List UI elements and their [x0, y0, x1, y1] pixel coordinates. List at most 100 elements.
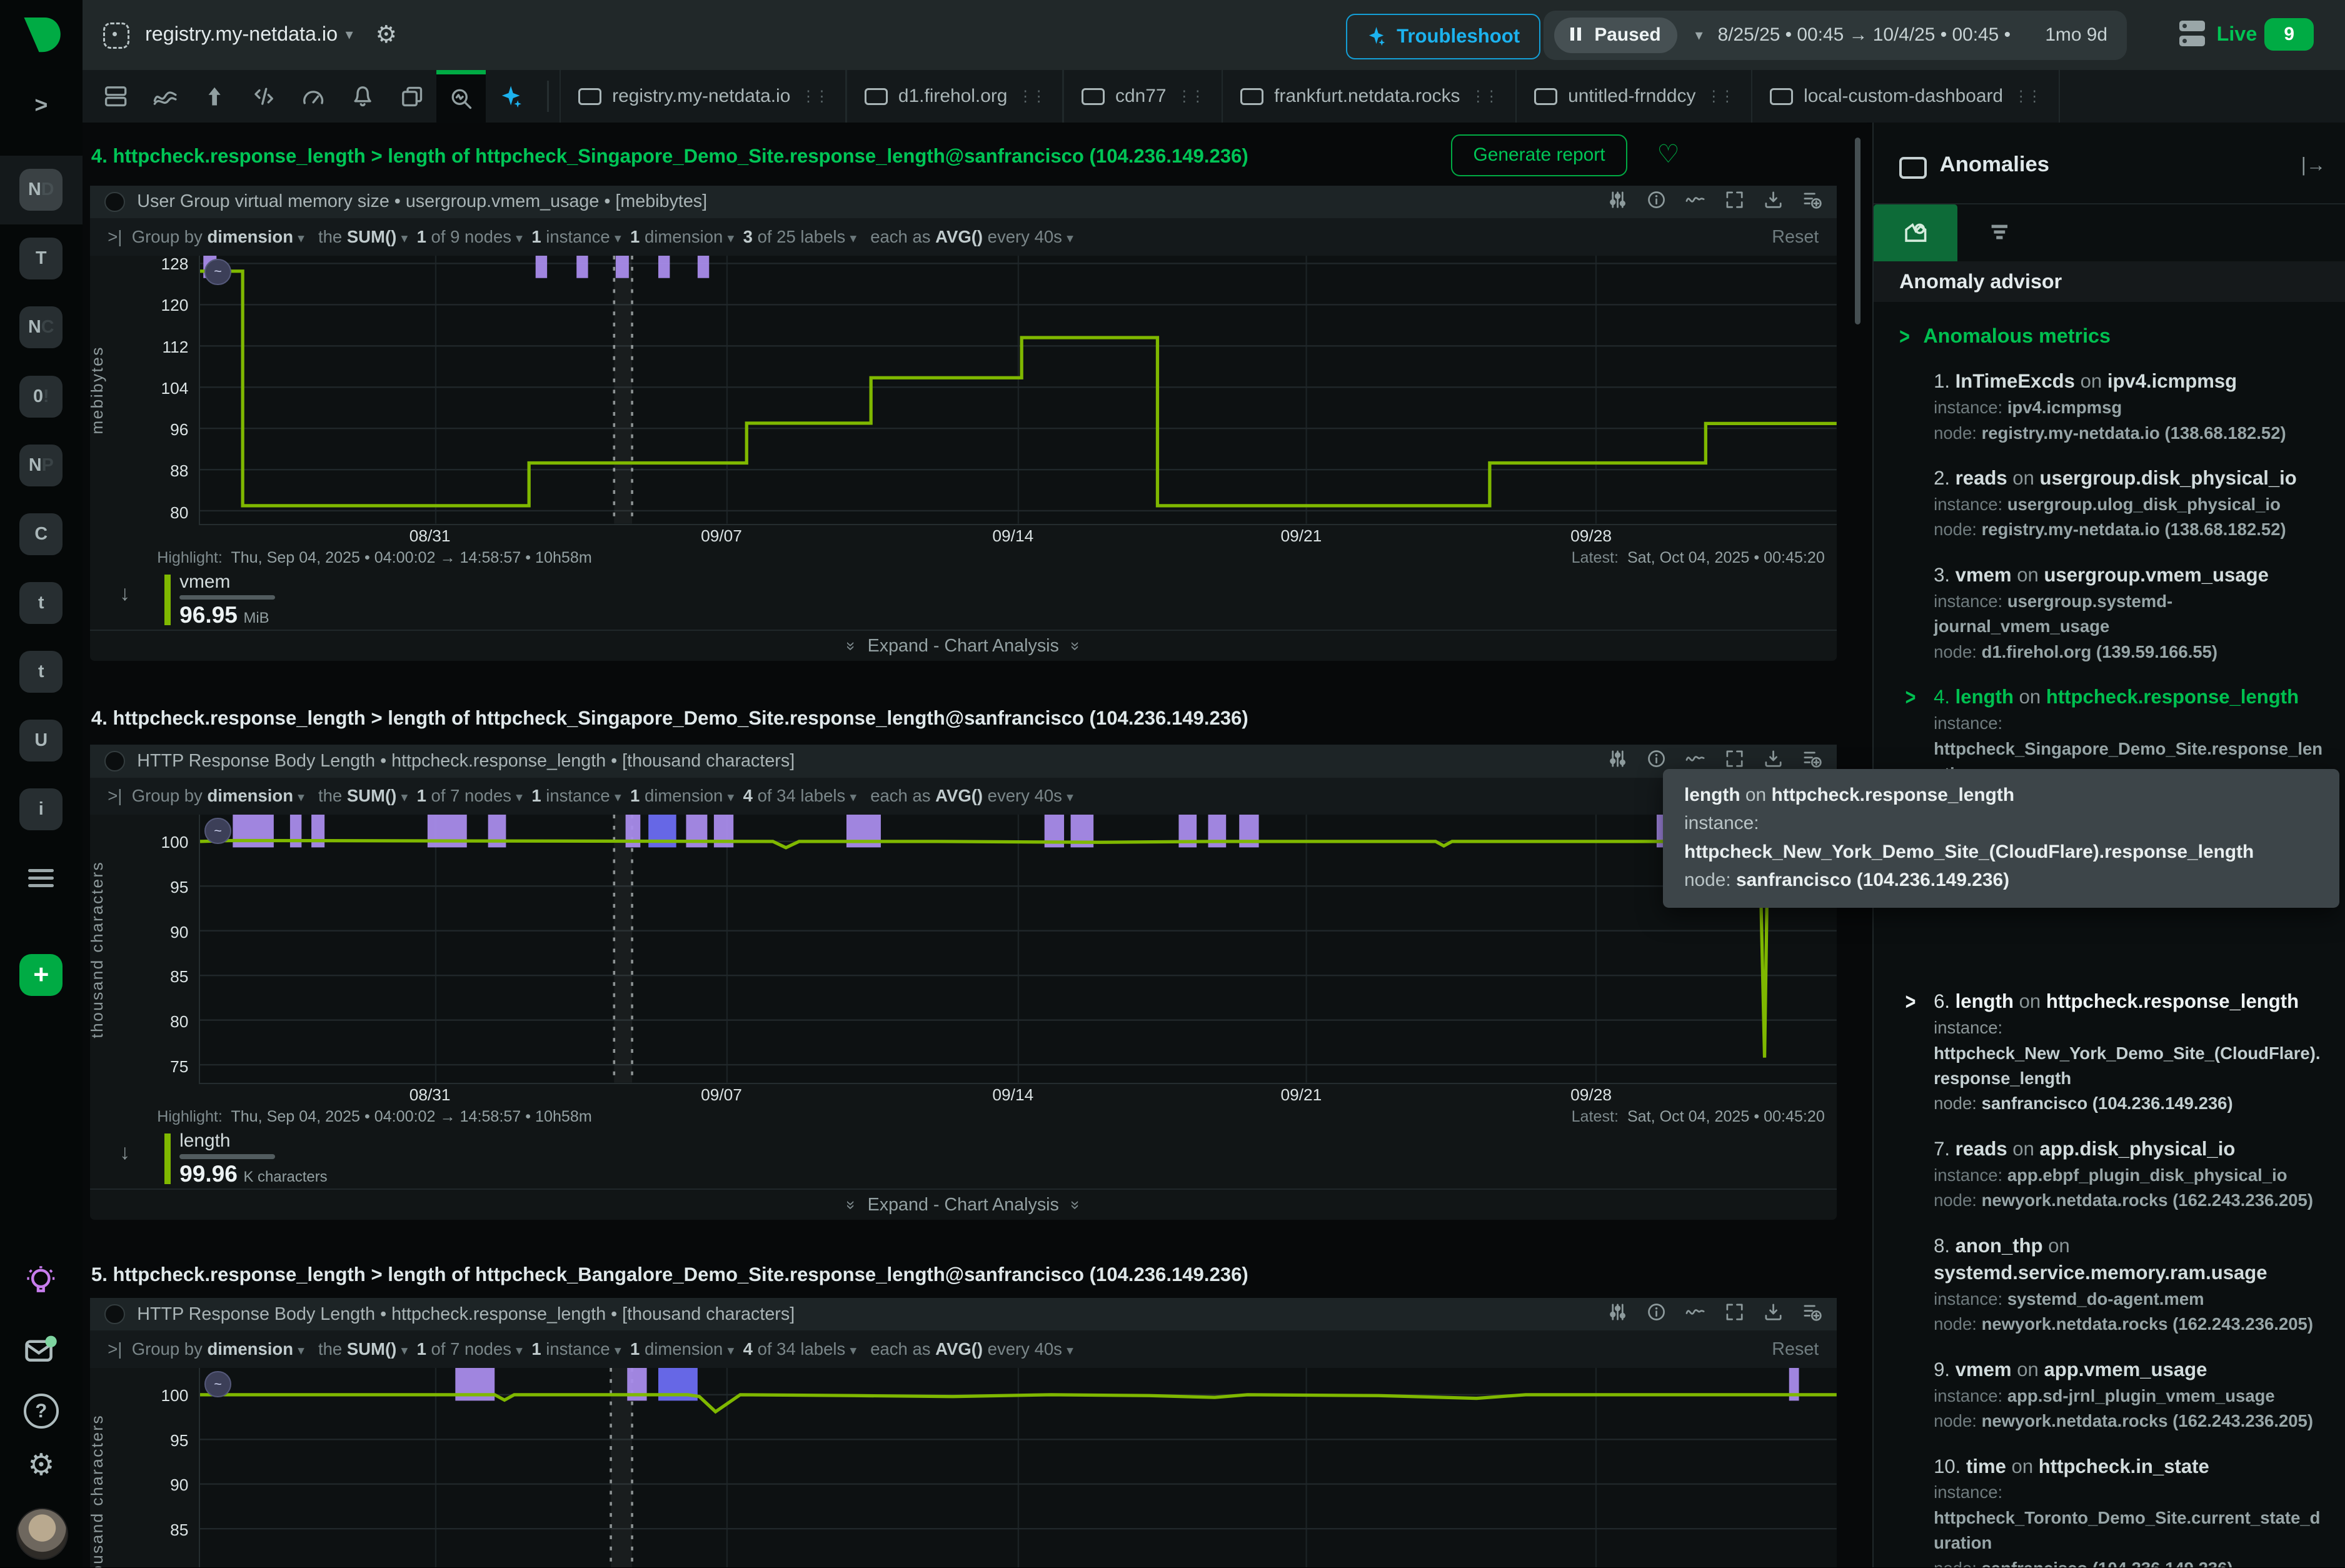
chevron-down-icon[interactable]: ▾	[1067, 231, 1073, 246]
space-np[interactable]: NP	[19, 445, 63, 486]
anomalous-metric-item[interactable]: 3. vmem on usergroup.vmem_usageinstance:…	[1874, 562, 2345, 684]
chevron-down-icon[interactable]: ▾	[850, 1343, 856, 1358]
settings-gear-icon[interactable]: ⚙	[21, 1445, 61, 1485]
anomalous-metrics-group[interactable]: >Anomalous metrics	[1899, 324, 2345, 348]
chevron-down-icon[interactable]: ▾	[727, 231, 734, 246]
chart-title[interactable]: HTTP Response Body Length • httpcheck.re…	[137, 1304, 1596, 1325]
control-value[interactable]: 4	[743, 786, 753, 805]
anomalous-metric-item[interactable]: 7. reads on app.disk_physical_ioinstance…	[1874, 1136, 2345, 1233]
chart-plot-area[interactable]: ~	[199, 256, 1837, 525]
legend-dimension-name[interactable]: length	[179, 1130, 230, 1152]
control-value[interactable]: AVG()	[935, 786, 983, 805]
expand-chart-analysis[interactable]: »Expand - Chart Analysis»	[90, 1189, 1837, 1220]
download-icon[interactable]	[1764, 188, 1783, 216]
expand-chart-analysis[interactable]: »Expand - Chart Analysis»	[90, 630, 1837, 661]
chart-plot-area[interactable]: ~	[199, 815, 1837, 1084]
drag-handle-icon[interactable]: ⋮⋮	[1177, 88, 1203, 106]
space-0![interactable]: 0!	[19, 376, 63, 418]
space-nc[interactable]: NC	[19, 306, 63, 348]
live-nodes-count-badge[interactable]: 9	[2264, 18, 2314, 51]
chevron-right-icon[interactable]: >	[1906, 987, 1916, 1018]
date-range-text[interactable]: 8/25/25 • 00:45 → 10/4/25 • 00:45 •	[1718, 24, 2011, 46]
sliders-icon[interactable]	[1608, 188, 1627, 216]
dashboard-tab[interactable]: untitled-frnddcy⋮⋮	[1515, 70, 1752, 123]
metric-title[interactable]: 6. length on httpcheck.response_length	[1934, 988, 2326, 1015]
dashboard-tab[interactable]: registry.my-netdata.io⋮⋮	[560, 70, 847, 123]
space-t[interactable]: T	[19, 238, 63, 279]
ideas-bulb-icon[interactable]	[21, 1261, 61, 1302]
chevron-down-icon[interactable]: ▾	[615, 231, 621, 246]
gauge-icon[interactable]	[289, 70, 338, 123]
chart-title[interactable]: HTTP Response Body Length • httpcheck.re…	[137, 751, 1596, 771]
functions-icon[interactable]	[239, 70, 289, 123]
netdata-logo[interactable]	[19, 12, 64, 57]
dashboard-tab[interactable]: local-custom-dashboard⋮⋮	[1751, 70, 2060, 123]
chevron-down-icon[interactable]: ▾	[516, 231, 523, 246]
time-range-picker[interactable]: Paused ▾ 8/25/25 • 00:45 → 10/4/25 • 00:…	[1544, 11, 2127, 60]
drag-handle-icon[interactable]: ⋮⋮	[1706, 88, 1733, 106]
legend-dimension-name[interactable]: vmem	[179, 571, 230, 593]
info-icon[interactable]	[1647, 747, 1666, 775]
control-value[interactable]: dimension	[207, 1339, 293, 1359]
control-value[interactable]: 1	[531, 227, 541, 246]
expand-icon[interactable]	[1725, 188, 1744, 216]
control-value[interactable]: 1	[630, 227, 640, 246]
control-value[interactable]: SUM()	[347, 227, 396, 246]
windows-copy-icon[interactable]	[388, 70, 437, 123]
anomalous-metric-item[interactable]: 9. vmem on app.vmem_usageinstance: app.s…	[1874, 1357, 2345, 1454]
chevron-down-icon[interactable]: ▾	[1067, 1343, 1073, 1358]
chevron-down-icon[interactable]: ▾	[727, 790, 734, 805]
add-chart-icon[interactable]	[1802, 188, 1822, 216]
legend-scrollbar[interactable]	[179, 1154, 275, 1158]
spaces-menu-icon[interactable]	[28, 865, 54, 892]
arrow-up-icon[interactable]	[190, 70, 239, 123]
metric-title[interactable]: 9. vmem on app.vmem_usage	[1934, 1357, 2326, 1384]
node-chevron-down-icon[interactable]: ▾	[346, 26, 353, 44]
anomalous-metric-item[interactable]: 8. anon_thp on systemd.service.memory.ra…	[1874, 1233, 2345, 1357]
reset-button[interactable]: Reset	[1772, 1339, 1819, 1360]
chevron-down-icon[interactable]: ▾	[615, 1343, 621, 1358]
anomalous-metric-item[interactable]: 1. InTimeExcds on ipv4.icmpmsginstance: …	[1874, 368, 2345, 465]
anomaly-ribbon-toggle[interactable]: ~	[204, 1371, 231, 1397]
chevron-down-icon[interactable]: ▾	[401, 1343, 408, 1358]
anomalous-metric-item[interactable]: >6. length on httpcheck.response_lengthi…	[1874, 988, 2345, 1136]
drag-handle-icon[interactable]: ⋮⋮	[1470, 88, 1497, 106]
control-value[interactable]: 1	[531, 786, 541, 805]
info-icon[interactable]	[1647, 1300, 1666, 1328]
anomaly-ribbon-toggle[interactable]: ~	[204, 818, 231, 844]
control-value[interactable]: SUM()	[347, 1339, 396, 1359]
main-scrollbar-thumb[interactable]	[1855, 138, 1861, 324]
control-value[interactable]: 1	[531, 1339, 541, 1359]
space-u[interactable]: U	[19, 720, 63, 761]
drag-handle-icon[interactable]: ⋮⋮	[1018, 88, 1045, 106]
control-value[interactable]: SUM()	[347, 786, 396, 805]
tab-anomaly-advisor[interactable]	[1874, 204, 1957, 261]
columns-layout-icon[interactable]	[91, 70, 141, 123]
chevron-right-icon[interactable]: >	[1906, 682, 1916, 714]
anomalies-icon[interactable]	[1685, 188, 1705, 216]
control-value[interactable]: AVG()	[935, 227, 983, 246]
section-heading[interactable]: 5. httpcheck.response_length > length of…	[91, 1264, 1248, 1286]
user-avatar[interactable]	[16, 1508, 68, 1560]
chart-plot-area[interactable]: ~	[199, 1368, 1837, 1567]
chevron-down-icon[interactable]: ▾	[298, 790, 304, 805]
chevron-down-icon[interactable]: ▾	[516, 790, 523, 805]
sidebar-expand-icon[interactable]: >	[0, 93, 83, 118]
sliders-icon[interactable]	[1608, 747, 1627, 775]
metric-title[interactable]: 1. InTimeExcds on ipv4.icmpmsg	[1934, 368, 2326, 395]
dashboard-tab[interactable]: frankfurt.netdata.rocks⋮⋮	[1222, 70, 1517, 123]
section-heading-active[interactable]: 4. httpcheck.response_length > length of…	[91, 145, 1248, 168]
help-icon[interactable]: ?	[21, 1391, 61, 1432]
control-value[interactable]: dimension	[207, 227, 293, 246]
tab-filters[interactable]	[1957, 204, 2041, 261]
drag-handle-icon[interactable]: ⋮⋮	[801, 88, 828, 106]
invite-mail-icon[interactable]	[21, 1330, 61, 1370]
chevron-down-icon[interactable]: ▾	[516, 1343, 523, 1358]
control-value[interactable]: 4	[743, 1339, 753, 1359]
section-heading[interactable]: 4. httpcheck.response_length > length of…	[91, 707, 1248, 730]
chevron-down-icon[interactable]: ▾	[401, 790, 408, 805]
metric-title[interactable]: 2. reads on usergroup.disk_physical_io	[1934, 465, 2326, 492]
chevron-down-icon[interactable]: ▾	[850, 231, 856, 246]
chevron-down-icon[interactable]: ▾	[850, 790, 856, 805]
sliders-icon[interactable]	[1608, 1300, 1627, 1328]
